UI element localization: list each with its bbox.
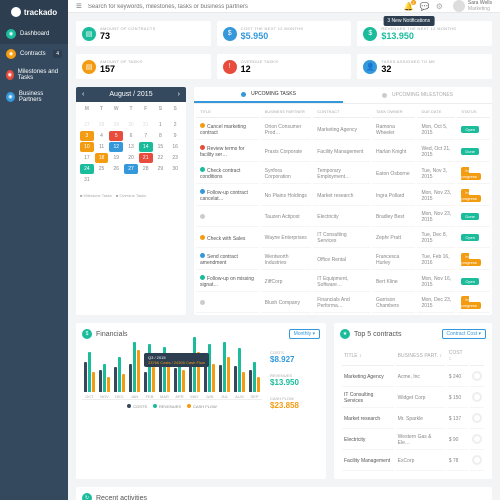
cal-day[interactable]: 20 bbox=[124, 153, 138, 163]
cal-day[interactable]: 8 bbox=[154, 131, 168, 141]
table-row[interactable]: ElectricityWestern Gas & Ele…$ 90 bbox=[342, 431, 484, 450]
tab-upcoming-tasks[interactable]: UPCOMING TASKS bbox=[194, 87, 343, 103]
cal-day[interactable]: 31 bbox=[80, 175, 94, 185]
chart-tooltip: Q3 / 201523766 Costs / 24300 Cash Flow bbox=[144, 353, 209, 367]
cal-day[interactable]: 21 bbox=[139, 153, 153, 163]
stat-assigned: 👤Tasks Assigned to Me32 bbox=[357, 54, 492, 79]
revenue-icon: $ bbox=[363, 27, 377, 41]
cal-day[interactable]: 27 bbox=[124, 164, 138, 174]
table-row[interactable]: Marketing AgencyAcme, Inc$ 240 bbox=[342, 368, 484, 387]
cal-prev-icon[interactable]: ‹ bbox=[82, 91, 84, 98]
notifications-icon[interactable]: 🔔3 3 New Notifications bbox=[404, 2, 414, 11]
table-row[interactable]: Check with SalesWayne EnterprisesIT Cons… bbox=[196, 229, 490, 248]
top5-table: Title ↕Business Part. ↕Cost ↕ Marketing … bbox=[340, 345, 486, 473]
calendar-widget: ‹August / 2015› MTWTFSS 2728293031123456… bbox=[76, 87, 186, 315]
sidebar-item-dashboard[interactable]: ◉Dashboard bbox=[0, 24, 68, 44]
user-menu[interactable]: Sara WellsMarketing bbox=[453, 0, 492, 12]
table-row[interactable]: Cancel marketing contractOrion Consumer … bbox=[196, 120, 490, 140]
cal-day[interactable]: 18 bbox=[95, 153, 109, 163]
cal-day[interactable]: 4 bbox=[95, 131, 109, 141]
overdue-icon: ! bbox=[223, 60, 237, 74]
doc-icon: ▤ bbox=[82, 27, 96, 41]
cal-next-icon[interactable]: › bbox=[178, 91, 180, 98]
settings-icon[interactable]: ⚙ bbox=[436, 2, 443, 11]
sidebar-item-partners[interactable]: ◉Business Partners bbox=[0, 86, 68, 108]
stat-tasks: ▤Amount of Tasks157 bbox=[76, 54, 211, 79]
cal-day[interactable]: 30 bbox=[168, 164, 182, 174]
cal-day[interactable]: 11 bbox=[95, 142, 109, 152]
table-row[interactable]: Follow-up on missing signat…ZiffCorpIT E… bbox=[196, 272, 490, 292]
menu-icon[interactable]: ≡ bbox=[76, 1, 82, 12]
tasks-table: TitleBusiness PartnerContractTask OwnerD… bbox=[194, 104, 492, 315]
notif-tooltip: 3 New Notifications bbox=[383, 16, 434, 26]
table-row[interactable]: Market researchMr. Sparkle$ 137 bbox=[342, 410, 484, 429]
cal-day[interactable]: 14 bbox=[139, 142, 153, 152]
cal-day[interactable]: 28 bbox=[139, 164, 153, 174]
stat-overdue: !Overdue Tasks12 bbox=[217, 54, 352, 79]
cal-day[interactable]: 24 bbox=[80, 164, 94, 174]
cal-day[interactable]: 3 bbox=[80, 131, 94, 141]
cal-day[interactable]: 19 bbox=[109, 153, 123, 163]
cal-day[interactable]: 12 bbox=[109, 142, 123, 152]
cal-day[interactable]: 6 bbox=[124, 131, 138, 141]
cal-day[interactable]: 13 bbox=[124, 142, 138, 152]
search-input[interactable] bbox=[88, 4, 398, 10]
cal-day[interactable]: 7 bbox=[139, 131, 153, 141]
milestones-icon: ◉ bbox=[6, 70, 14, 80]
cal-day[interactable]: 10 bbox=[80, 142, 94, 152]
cal-day[interactable]: 26 bbox=[109, 164, 123, 174]
chat-icon[interactable]: 💬 bbox=[420, 2, 430, 11]
table-row[interactable]: Follow-up contract cancelat…No Plains Ho… bbox=[196, 186, 490, 206]
dashboard-icon: ◉ bbox=[6, 29, 16, 39]
cal-day[interactable]: 17 bbox=[80, 153, 94, 163]
cal-day[interactable]: 15 bbox=[154, 142, 168, 152]
partners-icon: ◉ bbox=[6, 92, 15, 102]
table-row[interactable]: Blush CompanyFinancials And Performa…Gar… bbox=[196, 294, 490, 313]
table-row[interactable]: Review terms for facility ser…Praxis Cor… bbox=[196, 142, 490, 162]
table-row[interactable]: Tauzen ActipostElectricityBradley BestMo… bbox=[196, 208, 490, 227]
cost-icon: $ bbox=[223, 27, 237, 41]
avatar bbox=[453, 0, 465, 12]
top5-dropdown[interactable]: Contract Cost ▾ bbox=[442, 329, 486, 339]
financials-chart: Q3 / 201523766 Costs / 24300 Cash Flow O… bbox=[82, 345, 262, 415]
cal-day[interactable]: 5 bbox=[109, 131, 123, 141]
cal-day[interactable]: 2 bbox=[168, 120, 182, 130]
sidebar-item-contracts[interactable]: ◉Contracts4 bbox=[0, 44, 68, 64]
table-row[interactable]: IT Consulting ServicesWidget Corp$ 150 bbox=[342, 389, 484, 408]
cal-day[interactable]: 1 bbox=[154, 120, 168, 130]
cal-day[interactable]: 9 bbox=[168, 131, 182, 141]
tasks-icon: ▤ bbox=[82, 60, 96, 74]
tab-upcoming-milestones[interactable]: UPCOMING MILESTONES bbox=[343, 87, 492, 103]
cal-day[interactable]: 29 bbox=[154, 164, 168, 174]
cal-day[interactable]: 25 bbox=[95, 164, 109, 174]
sidebar-item-milestones[interactable]: ◉Milestones and Tasks bbox=[0, 64, 68, 86]
stat-cost: $Cost the next 12 months$5.950 bbox=[217, 21, 352, 46]
cal-day[interactable]: 16 bbox=[168, 142, 182, 152]
cloud-icon bbox=[11, 7, 21, 17]
table-row[interactable]: Send contract amendmentWentworth Industr… bbox=[196, 250, 490, 270]
stat-contracts: ▤Amount of Contracts73 bbox=[76, 21, 211, 46]
cal-day[interactable]: 22 bbox=[154, 153, 168, 163]
top5-icon: ★ bbox=[340, 329, 350, 339]
table-row[interactable]: Facility ManagementExCorp$ 78 bbox=[342, 452, 484, 471]
table-row[interactable]: Check contract conditionsSynfora Corpora… bbox=[196, 164, 490, 184]
cal-day[interactable]: 23 bbox=[168, 153, 182, 163]
recent-icon: ↻ bbox=[82, 493, 92, 500]
user-icon: 👤 bbox=[363, 60, 377, 74]
contracts-icon: ◉ bbox=[6, 49, 16, 59]
financials-dropdown[interactable]: Monthly ▾ bbox=[289, 329, 320, 339]
brand-logo: trackado bbox=[0, 0, 68, 24]
